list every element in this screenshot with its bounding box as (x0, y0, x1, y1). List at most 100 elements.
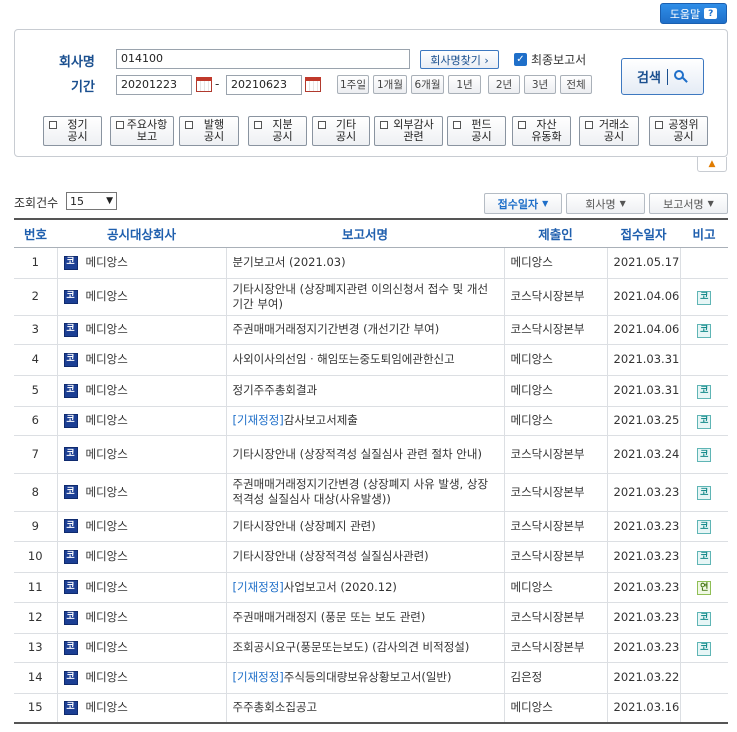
report-link[interactable]: 분기보고서 (2021.03) (233, 255, 346, 269)
report-link[interactable]: 주주총회소집공고 (233, 700, 318, 714)
report-link[interactable]: 기타시장안내 (상장적격성 실질심사관련) (233, 549, 429, 563)
date-cell: 2021.03.31 (606, 375, 680, 407)
period-6month-button[interactable]: 6개월 (411, 75, 444, 94)
col-header-date[interactable]: 접수일자 (607, 218, 680, 248)
note-cell: 코 (679, 315, 728, 345)
company-cell: 코 메디앙스 (56, 693, 226, 724)
company-link[interactable]: 메디앙스 (86, 670, 128, 684)
col-header-company[interactable]: 공시대상회사 (57, 218, 226, 248)
report-link[interactable]: 주권매매거래정지 (풍문 또는 보도 관련) (233, 610, 426, 624)
type-exchange-button[interactable]: 거래소 공시 (579, 116, 639, 146)
company-link[interactable]: 메디앙스 (86, 289, 128, 303)
sort-date-button[interactable]: 접수일자 ▼ (484, 193, 562, 214)
type-ftc-button[interactable]: 공정위 공시 (649, 116, 708, 146)
calendar-icon[interactable] (196, 77, 212, 92)
type-fund-button[interactable]: 펀드 공시 (447, 116, 506, 146)
period-1week-button[interactable]: 1주일 (337, 75, 369, 94)
type-other-button[interactable]: 기타 공시 (312, 116, 370, 146)
date-cell: 2021.03.31 (606, 344, 680, 376)
ko-note-icon[interactable]: 코 (697, 611, 712, 626)
row-number: 11 (14, 572, 57, 603)
company-link[interactable]: 메디앙스 (86, 383, 128, 397)
sort-company-button[interactable]: 회사명 ▼ (566, 193, 645, 214)
company-input[interactable]: 014100 (116, 49, 410, 69)
ko-note-icon[interactable]: 코 (697, 448, 712, 463)
table-row: 13 코 메디앙스 조회공시요구(풍문또는보도) (감사의견 비적정설) 코스닥시장본부… (14, 633, 728, 663)
note-cell: 코 (679, 435, 728, 474)
company-link[interactable]: 메디앙스 (86, 322, 128, 336)
row-number: 13 (14, 633, 57, 663)
ko-note-icon[interactable]: 코 (697, 384, 712, 399)
company-link[interactable]: 메디앙스 (86, 352, 128, 366)
ko-note-icon[interactable]: 코 (697, 550, 712, 565)
yeon-note-icon[interactable]: 연 (697, 581, 712, 596)
kosdaq-market-icon: 코 (63, 519, 78, 533)
ko-note-icon[interactable]: 코 (697, 520, 712, 535)
collapse-toggle[interactable]: ▲ (697, 157, 727, 172)
col-header-note[interactable]: 비고 (680, 218, 728, 248)
kosdaq-market-icon: 코 (63, 580, 78, 594)
calendar-icon[interactable] (305, 77, 321, 92)
period-3year-button[interactable]: 3년 (524, 75, 556, 94)
report-link[interactable]: 정기주주총회결과 (233, 383, 318, 397)
date-cell: 2021.03.22 (606, 662, 680, 694)
type-audit-button[interactable]: 외부감사 관련 (374, 116, 443, 146)
type-issuance-button[interactable]: 발행 공시 (179, 116, 239, 146)
company-link[interactable]: 메디앙스 (86, 447, 128, 461)
ko-note-icon[interactable]: 코 (697, 641, 712, 656)
type-equity-button[interactable]: 지분 공시 (248, 116, 307, 146)
company-link[interactable]: 메디앙스 (86, 255, 128, 269)
period-all-button[interactable]: 전체 (560, 75, 592, 94)
report-link[interactable]: 기타시장안내 (상장적격성 실질심사 관련 절차 안내) (233, 447, 482, 461)
report-link[interactable]: 기타시장안내 (상장폐지 관련) (233, 519, 376, 533)
submitter-cell: 메디앙스 (503, 406, 607, 436)
count-select[interactable]: 15 ▼ (66, 192, 117, 210)
col-header-submitter[interactable]: 제출인 (504, 218, 607, 248)
chevron-up-icon: ▲ (708, 159, 716, 169)
search-button[interactable]: 검색 (621, 58, 704, 95)
period-1month-button[interactable]: 1개월 (373, 75, 407, 94)
company-link[interactable]: 메디앙스 (86, 519, 128, 533)
row-number: 9 (14, 511, 57, 542)
report-link[interactable]: 사업보고서 (2020.12) (284, 580, 397, 594)
company-link[interactable]: 메디앙스 (86, 485, 128, 499)
submitter-cell: 메디앙스 (503, 572, 607, 603)
help-button[interactable]: 도움말 ? (660, 3, 727, 24)
ko-note-icon[interactable]: 코 (697, 290, 712, 305)
sort-report-button[interactable]: 보고서명 ▼ (649, 193, 728, 214)
disclosure-table: 번호 공시대상회사 보고서명 제출인 접수일자 비고 1 코 메디앙스 분기보고서 (… (14, 218, 728, 724)
company-cell: 코 메디앙스 (56, 375, 226, 407)
company-label: 회사명 (59, 55, 95, 70)
note-cell: 코 (679, 278, 728, 316)
start-date-input[interactable]: 20201223 (116, 75, 192, 95)
col-header-report[interactable]: 보고서명 (226, 218, 504, 248)
type-securitization-button[interactable]: 자산 유동화 (512, 116, 571, 146)
ko-note-icon[interactable]: 코 (697, 486, 712, 501)
ko-note-icon[interactable]: 코 (697, 323, 712, 338)
company-link[interactable]: 메디앙스 (86, 413, 128, 427)
find-company-button[interactable]: 회사명찾기 › (420, 50, 499, 69)
report-link[interactable]: 감사보고서제출 (284, 413, 358, 427)
company-link[interactable]: 메디앙스 (86, 610, 128, 624)
company-link[interactable]: 메디앙스 (86, 580, 128, 594)
end-date-input[interactable]: 20210623 (226, 75, 302, 95)
checkbox-icon (318, 121, 326, 129)
period-2year-button[interactable]: 2년 (488, 75, 520, 94)
report-link[interactable]: 사외이사의선임ㆍ해임또는중도퇴임에관한신고 (233, 352, 455, 366)
checkbox-icon (49, 121, 57, 129)
ko-note-icon[interactable]: 코 (697, 414, 712, 429)
report-link[interactable]: 주권매매거래정지기간변경 (상장폐지 사유 발생, 상장적격성 실질심사 대상(… (233, 477, 489, 506)
company-link[interactable]: 메디앙스 (86, 640, 128, 654)
period-1year-button[interactable]: 1년 (448, 75, 481, 94)
company-link[interactable]: 메디앙스 (86, 700, 128, 714)
final-report-checkbox[interactable]: ✓ 최종보고서 (514, 51, 586, 68)
report-link[interactable]: 주권매매거래정지기간변경 (개선기간 부여) (233, 322, 440, 336)
report-link[interactable]: 주식등의대량보유상황보고서(일반) (284, 670, 452, 684)
type-regular-button[interactable]: 정기 공시 (43, 116, 102, 146)
col-header-no[interactable]: 번호 (14, 218, 57, 248)
company-link[interactable]: 메디앙스 (86, 549, 128, 563)
type-major-button[interactable]: 주요사항 보고 (110, 116, 174, 146)
report-link[interactable]: 조회공시요구(풍문또는보도) (감사의견 비적정설) (233, 640, 470, 654)
note-cell: 코 (679, 511, 728, 542)
report-link[interactable]: 기타시장안내 (상장폐지관련 이의신청서 접수 및 개선기간 부여) (233, 282, 489, 311)
